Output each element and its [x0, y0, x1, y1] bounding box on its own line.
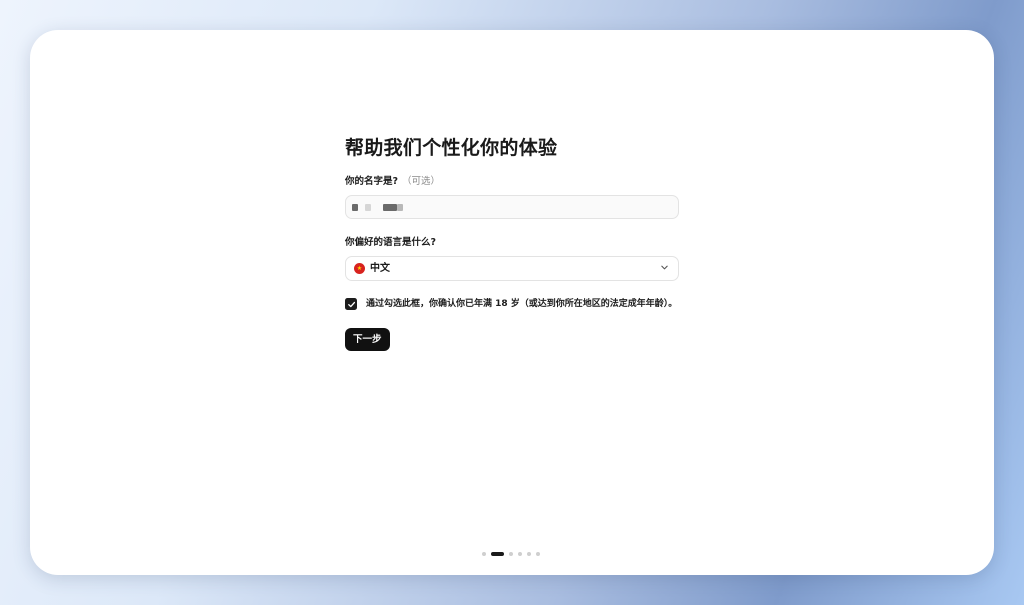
language-select[interactable]: ★ 中文 — [345, 256, 679, 281]
consent-row: 通过勾选此框，你确认你已年满 18 岁（或达到你所在地区的法定成年年龄）。 — [345, 297, 679, 311]
next-button[interactable]: 下一步 — [345, 328, 390, 351]
onboarding-card: 帮助我们个性化你的体验 你的名字是?（可选） 你偏好的语言是什么? ★ 中文 — [30, 30, 994, 575]
step-dot-active[interactable] — [491, 552, 504, 556]
language-value: 中文 — [370, 263, 390, 274]
consent-checkbox[interactable] — [345, 298, 357, 310]
name-field[interactable] — [345, 195, 679, 219]
step-dot[interactable] — [482, 552, 486, 556]
optional-hint: （可选） — [402, 176, 441, 187]
china-flag-icon: ★ — [354, 263, 365, 274]
name-input[interactable] — [346, 196, 678, 218]
onboarding-form: 帮助我们个性化你的体验 你的名字是?（可选） 你偏好的语言是什么? ★ 中文 — [345, 135, 679, 351]
step-dot[interactable] — [527, 552, 531, 556]
step-dot[interactable] — [518, 552, 522, 556]
page-title: 帮助我们个性化你的体验 — [345, 137, 558, 159]
language-label: 你偏好的语言是什么? — [345, 237, 437, 248]
consent-text: 通过勾选此框，你确认你已年满 18 岁（或达到你所在地区的法定成年年龄）。 — [366, 299, 678, 309]
name-label: 你的名字是? （可选） — [345, 175, 679, 189]
step-indicator — [482, 552, 545, 556]
chevron-down-icon — [661, 265, 668, 270]
step-dot[interactable] — [536, 552, 540, 556]
check-icon — [347, 301, 355, 307]
name-label-text: 你的名字是? — [345, 176, 399, 187]
step-dot[interactable] — [509, 552, 513, 556]
